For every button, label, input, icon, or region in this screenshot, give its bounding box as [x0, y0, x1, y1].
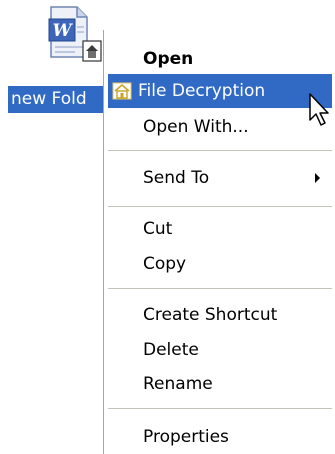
- menu-item-label: Cut: [143, 219, 173, 239]
- menu-item-rename[interactable]: Rename: [108, 367, 332, 401]
- word-document-icon[interactable]: W: [47, 5, 105, 71]
- menu-item-label: Create Shortcut: [143, 305, 278, 325]
- decryption-icon: [112, 82, 132, 100]
- menu-item-label: Open With...: [143, 117, 249, 137]
- menu-separator: [108, 206, 332, 207]
- menu-item-create-shortcut[interactable]: Create Shortcut: [108, 298, 332, 332]
- menu-item-properties[interactable]: Properties: [108, 420, 332, 454]
- menu-item-label: Copy: [143, 254, 187, 274]
- menu-item-copy[interactable]: Copy: [108, 247, 332, 281]
- menu-item-file-decryption[interactable]: File Decryption: [108, 74, 332, 108]
- menu-item-cut[interactable]: Cut: [108, 212, 332, 246]
- menu-item-label: Open: [143, 49, 194, 69]
- menu-separator: [108, 288, 332, 289]
- arrow-cursor-icon: [308, 92, 330, 128]
- svg-text:W: W: [52, 21, 73, 41]
- menu-item-label: Properties: [143, 427, 229, 447]
- menu-item-label: Send To: [143, 168, 210, 188]
- menu-separator: [108, 408, 332, 409]
- menu-item-label: Delete: [143, 340, 199, 360]
- desktop: W new Fold Open File Decryption Open Wit…: [0, 0, 335, 454]
- menu-item-label: Rename: [143, 374, 213, 394]
- menu-item-open-with[interactable]: Open With...: [108, 110, 332, 144]
- file-name-label[interactable]: new Fold: [8, 86, 106, 113]
- submenu-arrow-icon: [315, 173, 320, 183]
- menu-separator: [108, 150, 332, 151]
- menu-item-label: File Decryption: [138, 81, 266, 101]
- menu-item-open[interactable]: Open: [108, 42, 332, 76]
- menu-item-delete[interactable]: Delete: [108, 333, 332, 367]
- context-menu: Open File Decryption Open With... Send T…: [103, 30, 335, 454]
- menu-item-send-to[interactable]: Send To: [108, 161, 332, 195]
